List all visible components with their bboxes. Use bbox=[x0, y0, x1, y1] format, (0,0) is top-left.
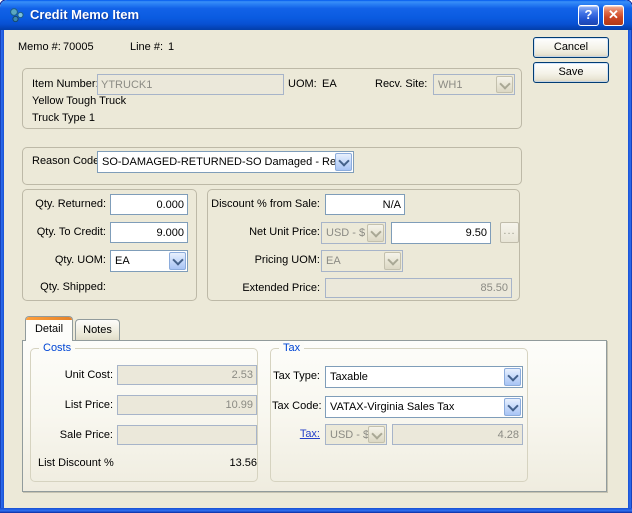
chevron-down-icon bbox=[507, 370, 518, 381]
item-description-line1: Yellow Tough Truck bbox=[32, 95, 126, 107]
qty-returned-label: Qty. Returned: bbox=[26, 198, 106, 210]
memo-number-value: 70005 bbox=[63, 41, 94, 53]
tax-amount-field[interactable] bbox=[392, 424, 523, 445]
tax-currency-combo[interactable]: USD - $ bbox=[325, 424, 387, 445]
reason-code-combo[interactable]: SO-DAMAGED-RETURNED-SO Damaged - Returne… bbox=[97, 151, 354, 173]
line-number-value: 1 bbox=[168, 41, 174, 53]
unit-cost-field[interactable] bbox=[117, 365, 257, 385]
recv-site-label: Recv. Site: bbox=[375, 78, 427, 90]
pricing-uom-combo[interactable]: EA bbox=[321, 250, 403, 272]
qty-to-credit-field[interactable] bbox=[110, 222, 188, 243]
window-border-bottom bbox=[0, 508, 632, 513]
recv-site-combo[interactable]: WH1 bbox=[433, 74, 515, 95]
net-unit-price-label: Net Unit Price: bbox=[205, 226, 320, 238]
memo-number-label: Memo #: bbox=[18, 41, 61, 53]
pricing-uom-dropdown-button[interactable] bbox=[384, 252, 401, 270]
net-unit-price-currency-combo[interactable]: USD - $ bbox=[321, 222, 386, 244]
help-button[interactable]: ? bbox=[578, 5, 599, 26]
tax-link[interactable]: Tax: bbox=[272, 428, 320, 440]
tab-notes[interactable]: Notes bbox=[75, 319, 120, 340]
qty-uom-combo[interactable]: EA bbox=[110, 250, 188, 272]
qty-uom-value: EA bbox=[115, 255, 130, 267]
pricing-uom-label: Pricing UOM: bbox=[205, 254, 320, 266]
cancel-button[interactable]: Cancel bbox=[533, 37, 609, 58]
list-price-field[interactable] bbox=[117, 395, 257, 415]
tax-code-combo[interactable]: VATAX-Virginia Sales Tax bbox=[325, 396, 523, 418]
costs-group-title: Costs bbox=[39, 342, 75, 354]
tax-currency-dropdown-button[interactable] bbox=[368, 426, 385, 443]
tax-type-value: Taxable bbox=[330, 371, 368, 383]
currency-dropdown-button[interactable] bbox=[367, 224, 384, 242]
chevron-down-icon bbox=[172, 254, 183, 265]
qty-uom-label: Qty. UOM: bbox=[26, 254, 106, 266]
qty-shipped-label: Qty. Shipped: bbox=[26, 281, 106, 293]
chevron-down-icon bbox=[499, 78, 510, 89]
tax-code-label: Tax Code: bbox=[272, 400, 320, 412]
qty-to-credit-label: Qty. To Credit: bbox=[26, 226, 106, 238]
recv-site-dropdown-button[interactable] bbox=[496, 76, 513, 93]
window-border-left bbox=[0, 30, 4, 513]
reason-code-label: Reason Code: bbox=[32, 155, 102, 167]
list-price-label: List Price: bbox=[29, 399, 113, 411]
list-discount-value: 13.56 bbox=[117, 457, 257, 469]
window-border-right bbox=[628, 30, 632, 513]
qty-uom-dropdown-button[interactable] bbox=[169, 252, 186, 270]
reason-code-dropdown-button[interactable] bbox=[335, 153, 352, 171]
item-description-line2: Truck Type 1 bbox=[32, 112, 95, 124]
uom-value: EA bbox=[322, 78, 337, 90]
sale-price-field[interactable] bbox=[117, 425, 257, 445]
discount-from-sale-label: Discount % from Sale: bbox=[205, 198, 320, 210]
chevron-down-icon bbox=[507, 400, 518, 411]
chevron-down-icon bbox=[371, 428, 382, 439]
reason-code-value: SO-DAMAGED-RETURNED-SO Damaged - Returne… bbox=[102, 156, 335, 168]
tax-type-combo[interactable]: Taxable bbox=[325, 366, 523, 388]
qty-returned-field[interactable] bbox=[110, 194, 188, 215]
tax-code-dropdown-button[interactable] bbox=[504, 398, 521, 416]
title-bar: Credit Memo Item ? ✕ bbox=[0, 0, 632, 30]
pricing-uom-value: EA bbox=[326, 255, 341, 267]
line-number-label: Line #: bbox=[130, 41, 163, 53]
item-number-label: Item Number: bbox=[32, 78, 99, 90]
chevron-down-icon bbox=[338, 155, 349, 166]
uom-label: UOM: bbox=[288, 78, 317, 90]
save-button[interactable]: Save bbox=[533, 62, 609, 83]
list-discount-label: List Discount % bbox=[38, 457, 114, 469]
close-button[interactable]: ✕ bbox=[603, 5, 624, 26]
app-icon bbox=[9, 7, 26, 24]
discount-from-sale-field[interactable] bbox=[325, 194, 405, 215]
tab-detail[interactable]: Detail bbox=[25, 316, 73, 341]
recv-site-value: WH1 bbox=[438, 79, 462, 91]
net-unit-price-field[interactable] bbox=[391, 222, 491, 244]
chevron-down-icon bbox=[370, 226, 381, 237]
sale-price-label: Sale Price: bbox=[29, 429, 113, 441]
tax-group-title: Tax bbox=[279, 342, 304, 354]
extended-price-field[interactable] bbox=[325, 278, 512, 298]
tax-type-dropdown-button[interactable] bbox=[504, 368, 521, 386]
tax-type-label: Tax Type: bbox=[272, 370, 320, 382]
credit-memo-item-dialog: Credit Memo Item ? ✕ Memo #: 70005 Line … bbox=[0, 0, 632, 513]
tax-currency-value: USD - $ bbox=[330, 429, 368, 441]
net-unit-price-ellipsis-button[interactable]: ... bbox=[500, 222, 519, 243]
item-number-field[interactable] bbox=[97, 74, 284, 95]
unit-cost-label: Unit Cost: bbox=[29, 369, 113, 381]
chevron-down-icon bbox=[387, 254, 398, 265]
tax-code-value: VATAX-Virginia Sales Tax bbox=[330, 401, 454, 413]
extended-price-label: Extended Price: bbox=[205, 282, 320, 294]
net-unit-price-currency-value: USD - $ bbox=[326, 227, 365, 239]
window-title: Credit Memo Item bbox=[30, 7, 139, 22]
